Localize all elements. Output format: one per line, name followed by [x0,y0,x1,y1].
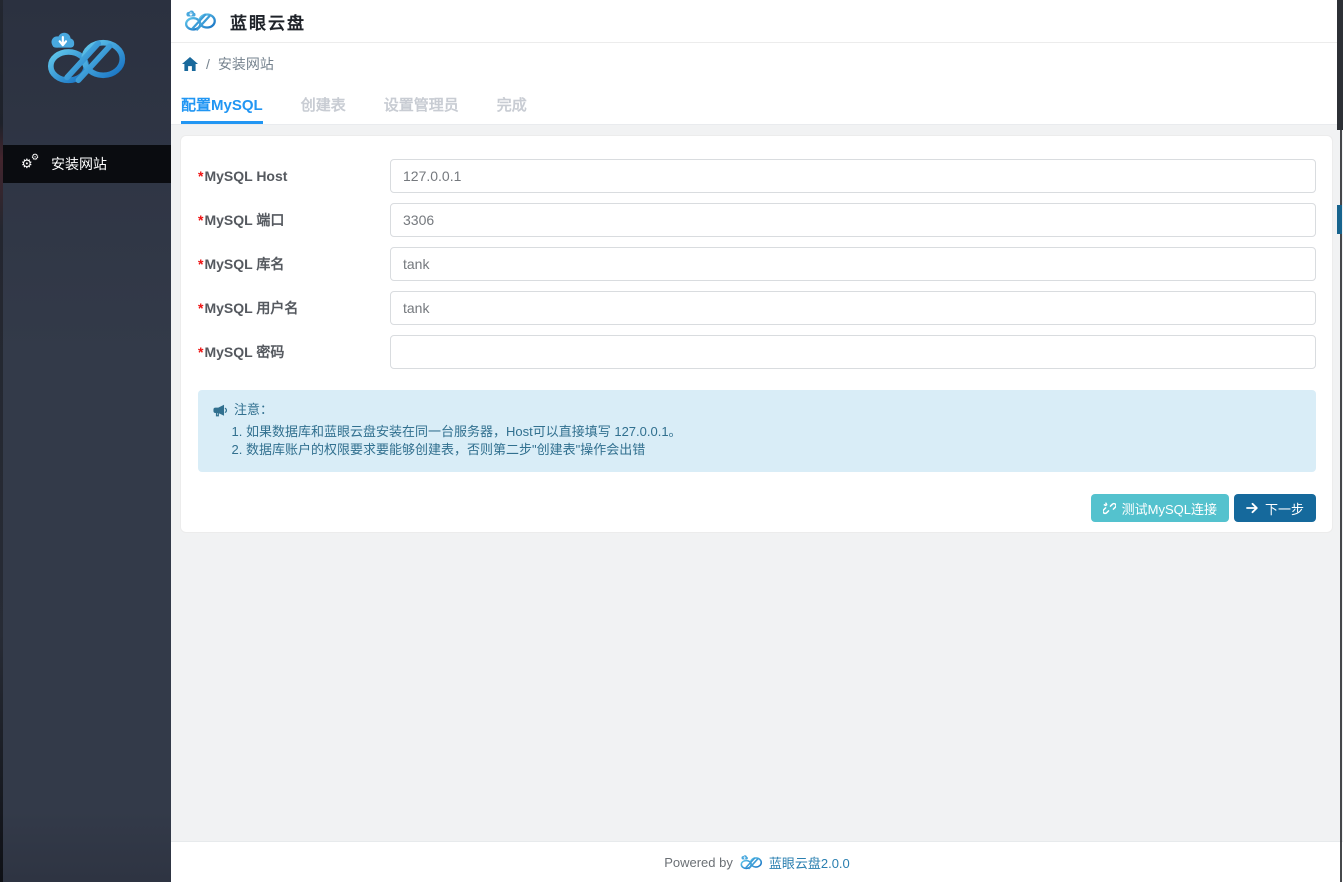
form-row-mysql-username: *MySQL 用户名 [198,291,1316,325]
sidebar-logo [0,0,171,91]
form-row-mysql-password: *MySQL 密码 [198,335,1316,369]
next-step-button[interactable]: 下一步 [1234,494,1316,522]
breadcrumb: / 安装网站 [171,43,1343,85]
next-button-label: 下一步 [1265,499,1304,518]
tank-infinity-cloud-icon [43,32,128,86]
required-mark: * [198,256,203,272]
required-mark: * [198,300,203,316]
mysql-schema-label: *MySQL 库名 [198,254,390,274]
required-mark: * [198,168,203,184]
tab-finish[interactable]: 完成 [497,85,527,124]
required-mark: * [198,212,203,228]
scrollbar-track-line [1340,0,1342,882]
breadcrumb-current: 安装网站 [218,54,274,74]
home-icon[interactable] [182,57,198,71]
mysql-host-label: *MySQL Host [198,168,390,184]
mysql-username-label: *MySQL 用户名 [198,298,390,318]
form-row-mysql-schema: *MySQL 库名 [198,247,1316,281]
tab-configure-mysql[interactable]: 配置MySQL [181,85,263,124]
test-mysql-connection-button[interactable]: 测试MySQL连接 [1091,494,1229,522]
wizard-tabs: 配置MySQL 创建表 设置管理员 完成 [171,85,1343,125]
powered-by-text: Powered by [664,855,733,870]
scrollbar-dark-segment [1337,0,1343,130]
mysql-password-input[interactable] [390,335,1316,369]
browser-scrollbar [1336,0,1343,882]
cogs-icon: ⚙⚙ [21,156,40,173]
arrow-right-icon [1246,502,1259,514]
tank-install-page: ⚙⚙ 安装网站 蓝眼云盘 / 安装网站 配置MySQL 创建表 设置管理员 完成 [0,0,1343,882]
footer-logo-icon [739,855,763,870]
sidebar-edge-decoration [0,0,3,882]
notice-title: 注意： [234,401,273,419]
scrollbar-thumb[interactable] [1337,205,1342,234]
mysql-config-card: *MySQL Host *MySQL 端口 *MySQL 库名 [180,135,1333,533]
unlink-icon [1103,502,1116,515]
notice-item: 数据库账户的权限要求要能够创建表，否则第二步"创建表"操作会出错 [246,441,1301,459]
app-title: 蓝眼云盘 [230,9,306,34]
form-row-mysql-port: *MySQL 端口 [198,203,1316,237]
mysql-password-label: *MySQL 密码 [198,342,390,362]
sidebar-nav: ⚙⚙ 安装网站 [0,145,171,183]
footer: Powered by 蓝眼云盘2.0.0 [171,841,1343,882]
mysql-port-input[interactable] [390,203,1316,237]
mysql-host-input[interactable] [390,159,1316,193]
app-logo-icon [183,10,217,32]
header: 蓝眼云盘 [171,0,1343,43]
notice-box: 注意： 如果数据库和蓝眼云盘安装在同一台服务器，Host可以直接填写 127.0… [198,390,1316,472]
sidebar-item-label: 安装网站 [51,154,107,174]
mysql-port-label: *MySQL 端口 [198,210,390,230]
content-area: *MySQL Host *MySQL 端口 *MySQL 库名 [171,125,1343,841]
footer-version-link[interactable]: 蓝眼云盘2.0.0 [769,853,850,872]
notice-item: 如果数据库和蓝眼云盘安装在同一台服务器，Host可以直接填写 127.0.0.1… [246,423,1301,441]
main-area: 蓝眼云盘 / 安装网站 配置MySQL 创建表 设置管理员 完成 *MySQL … [171,0,1343,882]
bullhorn-icon [213,404,228,417]
required-mark: * [198,344,203,360]
sidebar: ⚙⚙ 安装网站 [0,0,171,882]
test-button-label: 测试MySQL连接 [1122,499,1217,518]
form-row-mysql-host: *MySQL Host [198,159,1316,193]
notice-list: 如果数据库和蓝眼云盘安装在同一台服务器，Host可以直接填写 127.0.0.1… [213,423,1301,459]
breadcrumb-separator: / [206,56,210,72]
sidebar-item-install-site[interactable]: ⚙⚙ 安装网站 [0,145,171,183]
mysql-schema-input[interactable] [390,247,1316,281]
mysql-username-input[interactable] [390,291,1316,325]
actions-row: 测试MySQL连接 下一步 [198,494,1316,522]
tab-set-admin[interactable]: 设置管理员 [384,85,459,124]
tab-create-tables[interactable]: 创建表 [301,85,346,124]
notice-title-row: 注意： [213,401,1301,419]
